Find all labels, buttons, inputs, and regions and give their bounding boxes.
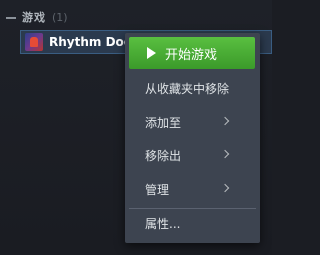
play-button[interactable]: 开始游戏 — [129, 37, 255, 69]
section-header-games[interactable]: 游戏 (1) — [6, 7, 68, 27]
play-button-label: 开始游戏 — [165, 47, 218, 63]
collapse-icon[interactable] — [6, 16, 16, 19]
chevron-right-icon — [220, 116, 230, 126]
menu-item-label: 属性... — [145, 216, 181, 231]
context-menu: 开始游戏 从收藏夹中移除 添加至 移除出 管理 属性... — [125, 33, 260, 243]
menu-item-label: 管理 — [145, 182, 170, 197]
game-icon — [25, 33, 43, 51]
menu-item-add-to[interactable]: 添加至 — [125, 107, 260, 137]
chevron-right-icon — [220, 183, 230, 193]
steam-library-panel: 游戏 (1) Rhythm Doctor 开始游戏 从收藏夹中移除 添加至 移除… — [0, 0, 272, 255]
menu-item-label: 添加至 — [145, 115, 182, 130]
play-icon — [147, 47, 156, 59]
menu-item-label: 从收藏夹中移除 — [145, 81, 230, 96]
section-title: 游戏 — [22, 11, 46, 24]
menu-item-remove-from[interactable]: 移除出 — [125, 140, 260, 170]
menu-item-properties[interactable]: 属性... — [125, 208, 260, 238]
section-count: (1) — [52, 10, 68, 24]
menu-item-label: 移除出 — [145, 148, 182, 163]
menu-item-remove-favorites[interactable]: 从收藏夹中移除 — [125, 73, 260, 103]
menu-item-manage[interactable]: 管理 — [125, 174, 260, 204]
chevron-right-icon — [220, 149, 230, 159]
